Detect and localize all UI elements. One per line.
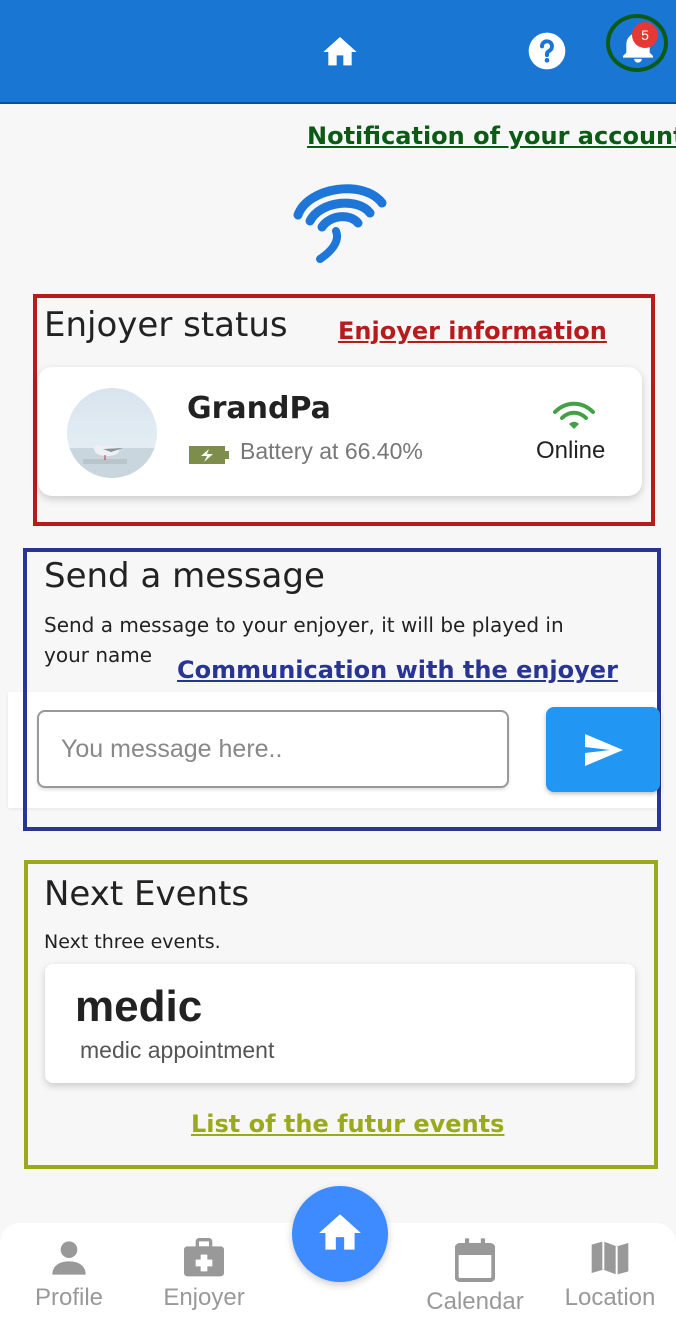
- nav-profile[interactable]: Profile: [28, 1238, 110, 1312]
- event-card[interactable]: medic medic appointment: [45, 964, 635, 1083]
- avatar: [67, 388, 157, 478]
- nav-calendar[interactable]: Calendar: [420, 1238, 530, 1316]
- event-title: medic: [75, 982, 203, 1031]
- battery-level: Battery at 66.40%: [240, 438, 423, 464]
- home-icon: [319, 1214, 361, 1250]
- next-events-description: Next three events.: [44, 931, 221, 953]
- message-input[interactable]: [37, 710, 509, 788]
- nav-calendar-label: Calendar: [426, 1288, 524, 1315]
- event-subtitle: medic appointment: [80, 1037, 275, 1063]
- nav-enjoyer-label: Enjoyer: [163, 1284, 245, 1311]
- nav-enjoyer[interactable]: Enjoyer: [158, 1238, 250, 1312]
- calendar-icon: [455, 1238, 495, 1282]
- annotation-enjoyer-info: Enjoyer information: [338, 317, 607, 345]
- wifi-icon: [553, 401, 595, 429]
- next-events-title: Next Events: [44, 874, 250, 914]
- medkit-icon: [184, 1238, 224, 1277]
- send-icon: [585, 734, 623, 766]
- app-logo-icon: [293, 184, 387, 263]
- enjoyer-name: GrandPa: [187, 391, 331, 426]
- map-icon: [591, 1241, 629, 1275]
- person-icon: [52, 1241, 86, 1275]
- online-status: Online: [536, 437, 606, 464]
- enjoyer-status-title: Enjoyer status: [44, 305, 288, 345]
- annotation-events: List of the futur events: [191, 1110, 505, 1138]
- home-icon[interactable]: [319, 32, 361, 72]
- notification-badge: 5: [632, 22, 658, 48]
- send-button[interactable]: [546, 707, 660, 792]
- send-message-title: Send a message: [44, 556, 325, 596]
- nav-location[interactable]: Location: [556, 1238, 664, 1312]
- nav-home-button[interactable]: [292, 1186, 388, 1282]
- enjoyer-card[interactable]: GrandPa Battery at 66.40% Online: [38, 367, 642, 496]
- help-icon[interactable]: [527, 31, 567, 71]
- seagull-photo: [67, 444, 157, 478]
- annotation-notification: Notification of your account: [307, 122, 676, 150]
- top-app-bar: 5: [0, 0, 676, 104]
- nav-location-label: Location: [564, 1284, 656, 1311]
- nav-profile-label: Profile: [34, 1284, 104, 1311]
- battery-charging-icon: [189, 446, 229, 464]
- annotation-communication: Communication with the enjoyer: [177, 656, 618, 684]
